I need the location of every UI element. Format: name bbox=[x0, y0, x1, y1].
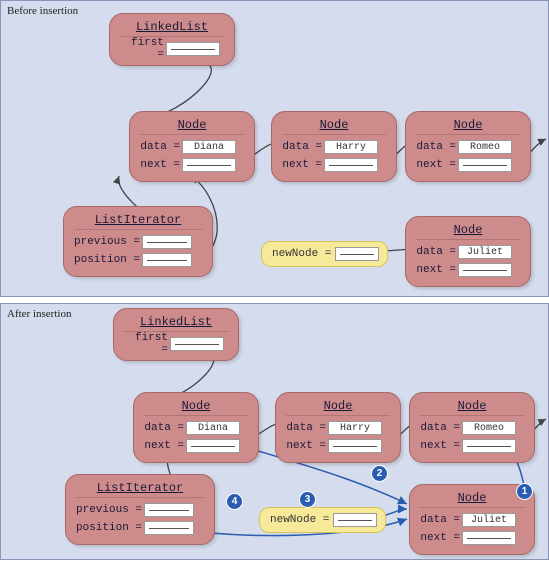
next-label: next = bbox=[286, 440, 328, 452]
data-slot: Diana bbox=[186, 421, 240, 435]
node-romeo: Node data = Romeo next = bbox=[405, 111, 531, 182]
next-label: next = bbox=[140, 159, 182, 171]
data-slot: Romeo bbox=[458, 140, 512, 154]
position-slot bbox=[142, 253, 192, 267]
next-label: next = bbox=[420, 440, 462, 452]
listiterator-box: ListIterator previous = position = bbox=[63, 206, 213, 277]
linkedlist-box: LinkedList first = bbox=[109, 13, 235, 66]
next-label: next = bbox=[144, 440, 186, 452]
first-slot bbox=[170, 337, 224, 351]
next-slot bbox=[324, 158, 378, 172]
panel-label-after: After insertion bbox=[7, 308, 71, 320]
node-juliet-before: Node data = Juliet next = bbox=[405, 216, 531, 287]
data-slot: Romeo bbox=[462, 421, 516, 435]
previous-label: previous = bbox=[76, 504, 144, 516]
next-slot bbox=[462, 439, 516, 453]
next-slot bbox=[458, 263, 512, 277]
data-slot: Juliet bbox=[458, 245, 512, 259]
next-slot bbox=[182, 158, 236, 172]
step-badge-4: 4 bbox=[227, 494, 242, 509]
first-label: first = bbox=[124, 332, 170, 356]
next-label: next = bbox=[420, 532, 462, 544]
next-label: next = bbox=[416, 264, 458, 276]
data-label: data = bbox=[144, 422, 186, 434]
linkedlist-title: LinkedList bbox=[124, 315, 228, 332]
newnode-label: newNode = bbox=[270, 514, 329, 526]
step-badge-1: 1 bbox=[517, 484, 532, 499]
previous-slot bbox=[142, 235, 192, 249]
first-slot bbox=[166, 42, 220, 56]
node-juliet-after: Node data = Juliet next = bbox=[409, 484, 535, 555]
position-slot bbox=[144, 521, 194, 535]
panel-before: Before insertion LinkedList first = Node bbox=[0, 0, 549, 297]
data-label: data = bbox=[416, 246, 458, 258]
newnode-var: newNode = bbox=[261, 241, 388, 267]
next-slot bbox=[328, 439, 382, 453]
node-title: Node bbox=[286, 399, 390, 416]
iterator-title: ListIterator bbox=[76, 481, 204, 498]
next-label: next = bbox=[282, 159, 324, 171]
data-slot: Harry bbox=[324, 140, 378, 154]
position-label: position = bbox=[76, 522, 144, 534]
node-title: Node bbox=[420, 399, 524, 416]
data-label: data = bbox=[420, 422, 462, 434]
linkedlist-box: LinkedList first = bbox=[113, 308, 239, 361]
listiterator-box: ListIterator previous = position = bbox=[65, 474, 215, 545]
node-diana: Node data = Diana next = bbox=[133, 392, 259, 463]
next-label: next = bbox=[416, 159, 458, 171]
node-harry: Node data = Harry next = bbox=[271, 111, 397, 182]
node-title: Node bbox=[140, 118, 244, 135]
first-label: first = bbox=[120, 37, 166, 61]
data-slot: Juliet bbox=[462, 513, 516, 527]
node-romeo: Node data = Romeo next = bbox=[409, 392, 535, 463]
node-title: Node bbox=[144, 399, 248, 416]
step-badge-3: 3 bbox=[300, 492, 315, 507]
newnode-slot bbox=[335, 247, 379, 261]
node-title: Node bbox=[416, 118, 520, 135]
data-label: data = bbox=[140, 141, 182, 153]
data-label: data = bbox=[282, 141, 324, 153]
node-title: Node bbox=[416, 223, 520, 240]
previous-slot bbox=[144, 503, 194, 517]
next-slot bbox=[458, 158, 512, 172]
node-diana: Node data = Diana next = bbox=[129, 111, 255, 182]
position-label: position = bbox=[74, 254, 142, 266]
newnode-label: newNode = bbox=[272, 248, 331, 260]
next-slot bbox=[186, 439, 240, 453]
newnode-var: newNode = bbox=[259, 507, 386, 533]
data-slot: Diana bbox=[182, 140, 236, 154]
data-label: data = bbox=[420, 514, 462, 526]
data-label: data = bbox=[416, 141, 458, 153]
node-harry: Node data = Harry next = bbox=[275, 392, 401, 463]
data-slot: Harry bbox=[328, 421, 382, 435]
data-label: data = bbox=[286, 422, 328, 434]
previous-label: previous = bbox=[74, 236, 142, 248]
next-slot bbox=[462, 531, 516, 545]
linkedlist-title: LinkedList bbox=[120, 20, 224, 37]
newnode-slot bbox=[333, 513, 377, 527]
iterator-title: ListIterator bbox=[74, 213, 202, 230]
panel-after: After insertion LinkedList bbox=[0, 303, 549, 560]
node-title: Node bbox=[282, 118, 386, 135]
step-badge-2: 2 bbox=[372, 466, 387, 481]
node-title: Node bbox=[420, 491, 524, 508]
panel-label-before: Before insertion bbox=[7, 5, 78, 17]
